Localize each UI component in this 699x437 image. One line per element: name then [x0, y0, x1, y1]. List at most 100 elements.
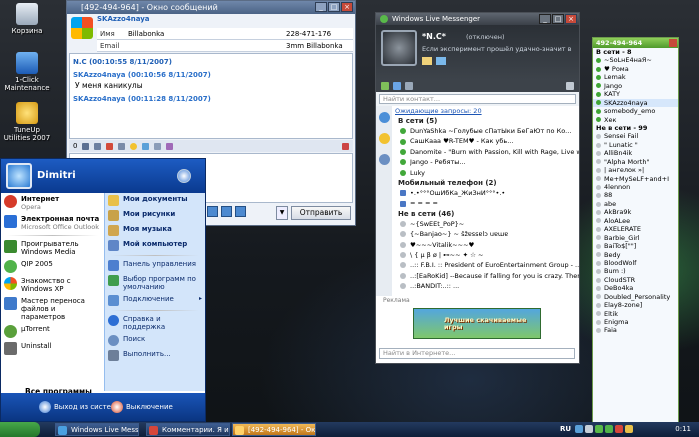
- add-contact-icon[interactable]: [381, 82, 389, 90]
- panel-contact-item[interactable]: Eltik: [593, 310, 678, 318]
- send-options-dropdown[interactable]: ▼: [276, 206, 288, 220]
- info-button[interactable]: [235, 206, 246, 217]
- minimize-button[interactable]: _: [539, 14, 551, 24]
- start-button[interactable]: [0, 422, 40, 437]
- contact-item[interactable]: = = = =: [393, 198, 579, 208]
- panel-contact-item[interactable]: ~SoLнЕ4наЯ~: [593, 56, 678, 64]
- recycle-bin-desktop-icon[interactable]: Корзина: [2, 3, 52, 35]
- contact-item[interactable]: ..:BANDIT:..:: ...: [393, 281, 579, 291]
- panel-contact-item[interactable]: BloodWolf: [593, 259, 678, 267]
- tray-qip-icon[interactable]: [605, 425, 613, 433]
- minimize-button[interactable]: _: [315, 2, 327, 12]
- panel-contact-item[interactable]: AlliBn4ik: [593, 149, 678, 157]
- menu-icon[interactable]: [566, 82, 574, 90]
- contact-item[interactable]: ~{SwEEt_PoP}~: [393, 219, 579, 229]
- chat-title-bar[interactable]: [492-494-964] - Окно сообщений _ □ ×: [67, 1, 355, 14]
- tray-antivirus-icon[interactable]: [615, 425, 623, 433]
- tray-network-icon[interactable]: [575, 425, 583, 433]
- taskbar-chat[interactable]: [492-494-964] - Окн...: [232, 423, 316, 436]
- people-icon[interactable]: [378, 112, 390, 123]
- panel-contact-item[interactable]: AloALee: [593, 217, 678, 225]
- panel-group-header[interactable]: В сети - 8: [593, 48, 678, 56]
- group-header[interactable]: Не в сети (46): [393, 209, 579, 219]
- start-item-uninstall[interactable]: Uninstall: [1, 340, 104, 357]
- tray-messenger-icon[interactable]: [595, 425, 603, 433]
- panel-contact-item[interactable]: abe: [593, 200, 678, 208]
- start-item-files-wizard[interactable]: Мастер переноса файлов и параметров: [1, 295, 104, 323]
- italic-icon[interactable]: [94, 142, 102, 150]
- panel-contact-item[interactable]: AkBra9k: [593, 208, 678, 216]
- tray-volume-icon[interactable]: [585, 425, 593, 433]
- display-picture[interactable]: [381, 30, 417, 66]
- smiley-icon[interactable]: [130, 142, 138, 150]
- ad-banner[interactable]: Лучшие скачиваемые игры: [413, 308, 541, 339]
- start-item-intro-xp[interactable]: Знакомство с Windows XP: [1, 275, 104, 295]
- bold-icon[interactable]: [82, 142, 90, 150]
- panel-contact-item[interactable]: " Lunatic ": [593, 141, 678, 149]
- web-search-input[interactable]: Найти в Интернете...: [379, 348, 575, 359]
- panel-contact-item[interactable]: Doubled_Personality: [593, 293, 678, 301]
- contact-item[interactable]: \ { µ β ø | ⊷~~ ✦ ☆ ~: [393, 250, 579, 260]
- display-name[interactable]: *N.C*: [422, 32, 446, 41]
- status-text[interactable]: (отключен): [466, 33, 504, 41]
- start-item-utorrent[interactable]: µTorrent: [1, 323, 104, 340]
- panel-group-header[interactable]: Не в сети - 99: [593, 124, 678, 132]
- panel-contact-item[interactable]: Jango: [593, 82, 678, 90]
- picture-icon[interactable]: [142, 142, 150, 150]
- panel-contact-item[interactable]: Me+MySeLF+and+I: [593, 175, 678, 183]
- pending-requests-link[interactable]: Ожидающие запросы: 20: [393, 106, 579, 116]
- color-icon[interactable]: [106, 142, 114, 150]
- file-icon[interactable]: [154, 142, 162, 150]
- mail-icon[interactable]: [422, 57, 432, 65]
- contact-item[interactable]: ..:[EaRoKid] --Because if falling for yo…: [393, 271, 579, 281]
- spaces-icon[interactable]: [436, 57, 446, 65]
- emoticon-icon[interactable]: [378, 133, 390, 144]
- contact-panel-title[interactable]: 492-494-964: [593, 38, 678, 48]
- language-indicator[interactable]: RU: [560, 422, 571, 437]
- panel-contact-item[interactable]: SKAzzo4naya: [593, 98, 678, 108]
- place-search[interactable]: Поиск: [105, 333, 205, 348]
- place-my-music[interactable]: Моя музыка: [105, 223, 205, 238]
- place-help[interactable]: Справка и поддержка: [105, 313, 205, 333]
- tray-app-icon[interactable]: [625, 425, 633, 433]
- place-my-pictures[interactable]: Мои рисунки: [105, 208, 205, 223]
- logoff-button[interactable]: Выход из системы: [39, 401, 122, 413]
- send-button[interactable]: Отправить: [291, 206, 351, 220]
- contact-item[interactable]: DunYaShka ~Голубые сПатЫки БеГаЮт по Ко.…: [393, 126, 579, 136]
- start-item-internet[interactable]: Интернет Opera: [1, 193, 104, 213]
- history-icon[interactable]: [166, 142, 174, 150]
- clear-icon[interactable]: [342, 142, 349, 150]
- nudge-button[interactable]: [221, 206, 232, 217]
- contact-item[interactable]: •.•°°°ОшИбКа_ЖиЗнИ°°°•.•: [393, 188, 579, 198]
- contact-item[interactable]: Jango - Ребяты...: [393, 157, 579, 167]
- message-log[interactable]: N.C (00:10:55 8/11/2007) SKAzzo4naya (00…: [69, 53, 353, 139]
- close-button[interactable]: [669, 39, 677, 47]
- user-avatar[interactable]: [6, 163, 32, 189]
- panel-contact-item[interactable]: Lemak: [593, 73, 678, 81]
- contact-search-input[interactable]: Найти контакт...: [379, 94, 576, 104]
- panel-contact-item[interactable]: BaiTo$[""]: [593, 242, 678, 250]
- panel-contact-item[interactable]: Barbie_Girl: [593, 234, 678, 242]
- help-icon[interactable]: [378, 154, 390, 165]
- view-icon[interactable]: [405, 82, 413, 90]
- panel-contact-item[interactable]: Elay8-zone]: [593, 301, 678, 309]
- start-item-qip[interactable]: QIP 2005: [1, 258, 104, 275]
- panel-contact-item[interactable]: Sensei Fail: [593, 132, 678, 140]
- close-button[interactable]: ×: [565, 14, 577, 24]
- panel-contact-item[interactable]: | ангелок »|: [593, 166, 678, 174]
- place-my-computer[interactable]: Мой компьютер: [105, 238, 205, 253]
- taskbar-messenger[interactable]: Windows Live Messen...: [55, 423, 139, 436]
- panel-contact-item[interactable]: "Alpha Morth": [593, 158, 678, 166]
- panel-contact-item[interactable]: Bum :): [593, 267, 678, 275]
- panel-contact-item[interactable]: 88: [593, 191, 678, 199]
- group-header[interactable]: В сети (5): [393, 116, 579, 126]
- maximize-button[interactable]: □: [328, 2, 340, 12]
- panel-contact-item[interactable]: Bedy: [593, 251, 678, 259]
- one-click-maintenance-desktop-icon[interactable]: 1-Click Maintenance: [2, 52, 52, 92]
- contact-item[interactable]: СашКааа ♥R-TEM♥ - Как убь...: [393, 136, 579, 146]
- start-item-media-player[interactable]: Проигрыватель Windows Media: [1, 238, 104, 258]
- contact-item[interactable]: ..:: F.B.I. :: President of EuroEntertai…: [393, 260, 579, 270]
- emoticons-button[interactable]: [207, 206, 218, 217]
- maximize-button[interactable]: □: [552, 14, 564, 24]
- panel-contact-item[interactable]: Enigma: [593, 318, 678, 326]
